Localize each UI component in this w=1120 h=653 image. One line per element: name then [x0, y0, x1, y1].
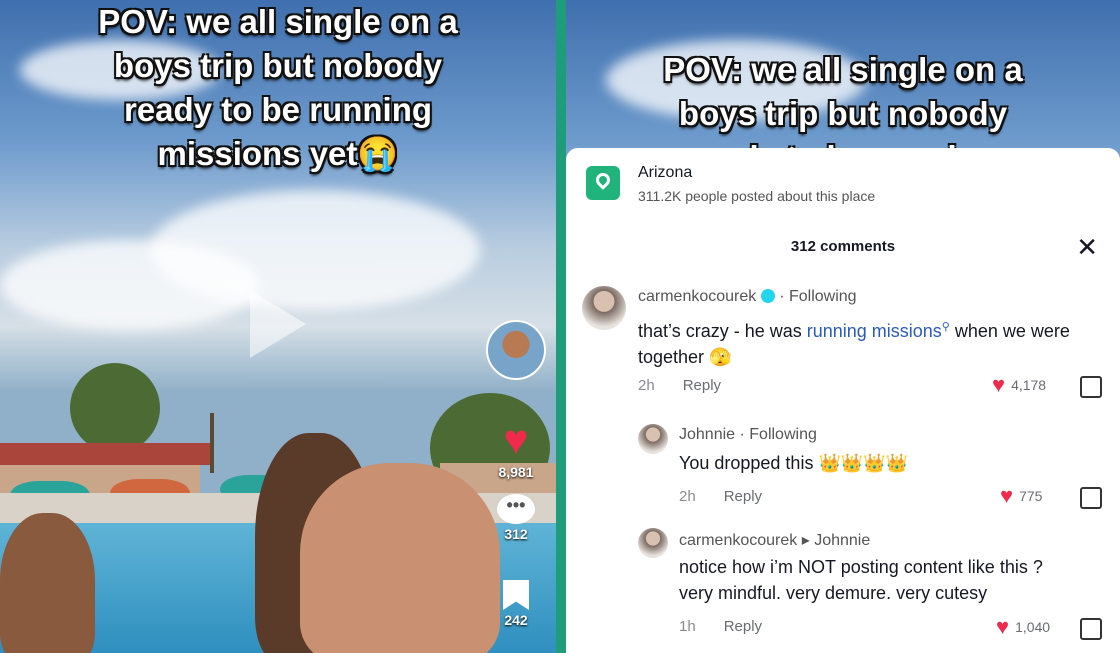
comment-username[interactable]: carmenkocourek — [679, 532, 797, 549]
reply-button[interactable]: Reply — [724, 618, 762, 635]
location-banner[interactable]: Arizona 311.2K people posted about this … — [586, 164, 876, 204]
comment-username[interactable]: carmenkocourek — [638, 288, 756, 305]
comment-text-part: that’s crazy - he was — [638, 321, 807, 341]
comment-meta: 2h Reply — [679, 488, 762, 505]
caption-line: POV: we all single on a — [98, 3, 458, 40]
roof — [0, 443, 210, 465]
like-heart-icon[interactable]: ♥ — [486, 418, 546, 462]
following-label: · Following — [739, 426, 817, 443]
comment-username-row: carmenkocourek ▸ Johnnie — [679, 530, 870, 550]
right-video-panel: POV: we all single on a boys trip but no… — [566, 0, 1120, 653]
like-count: 1,040 — [1015, 619, 1051, 635]
comment-text-line: notice how i’m NOT posting content like … — [679, 557, 1043, 577]
comments-count: 312 comments — [790, 238, 896, 255]
comment-count: 312 — [504, 526, 528, 542]
location-subtitle: 311.2K people posted about this place — [638, 188, 876, 204]
comment-text: notice how i’m NOT posting content like … — [679, 554, 1099, 606]
comment-age: 1h — [679, 618, 696, 635]
comment-meta: 2h Reply — [638, 377, 721, 394]
reply-button[interactable]: Reply — [683, 377, 721, 394]
dislike-icon[interactable] — [1080, 376, 1102, 398]
left-video-panel[interactable]: POV: we all single on a boys trip but no… — [0, 0, 556, 653]
avatar[interactable] — [582, 286, 626, 330]
like-count: 775 — [1019, 488, 1043, 504]
caption-line: ready to be running — [123, 91, 433, 128]
heart-icon[interactable]: ♥ — [996, 616, 1009, 638]
comments-sheet: Arizona 311.2K people posted about this … — [566, 148, 1120, 653]
like-control[interactable]: ♥ 1,040 — [996, 616, 1050, 638]
caption-line: boys trip but nobody — [678, 95, 1008, 132]
caption-line: POV: we all single on a — [663, 51, 1023, 88]
palm-tree — [210, 413, 214, 473]
comment-bubble-icon[interactable]: ••• — [497, 494, 535, 524]
dislike-icon[interactable] — [1080, 618, 1102, 640]
caption-line: boys trip but nobody — [113, 47, 443, 84]
caption-line: missions yet😭 — [157, 135, 399, 172]
comment-username-row: carmenkocourek · Following — [638, 288, 857, 306]
avatar[interactable] — [638, 424, 668, 454]
comment-age: 2h — [638, 377, 655, 394]
tree — [70, 363, 160, 453]
close-icon[interactable]: ✕ — [1076, 232, 1098, 263]
like-control[interactable]: ♥ 775 — [1000, 485, 1042, 507]
search-link[interactable]: running missions — [807, 321, 942, 341]
location-name: Arizona — [638, 164, 693, 181]
save-count: 242 — [504, 612, 528, 628]
like-count: 4,178 — [1011, 377, 1047, 393]
creator-avatar[interactable] — [486, 320, 546, 380]
location-pin-icon — [586, 166, 620, 200]
comment-username[interactable]: Johnnie — [679, 426, 735, 443]
action-column: ♥ 8,981 ••• 312 242 — [486, 320, 546, 628]
reply-to-label[interactable]: ▸ Johnnie — [802, 532, 871, 549]
search-icon: ⚲ — [941, 321, 950, 333]
comment-meta: 1h Reply — [679, 618, 762, 635]
person — [300, 463, 500, 653]
comment-age: 2h — [679, 488, 696, 505]
comment-text-line: very mindful. very demure. very cutesy — [679, 583, 988, 603]
heart-icon[interactable]: ♥ — [1000, 485, 1013, 507]
avatar[interactable] — [638, 528, 668, 558]
following-label: · Following — [779, 288, 857, 305]
comment-text: that’s crazy - he was running missions⚲ … — [638, 314, 1098, 370]
like-count: 8,981 — [498, 464, 534, 480]
play-icon[interactable] — [250, 290, 306, 358]
heart-icon[interactable]: ♥ — [992, 374, 1005, 396]
pool-scene — [0, 353, 556, 653]
cloud — [0, 240, 260, 330]
video-caption: POV: we all single on a boys trip but no… — [0, 0, 556, 176]
verified-icon — [760, 289, 775, 303]
reply-button[interactable]: Reply — [724, 488, 762, 505]
bookmark-icon[interactable] — [503, 580, 529, 610]
comment-username-row: Johnnie · Following — [679, 426, 817, 444]
comment-text: You dropped this 👑👑👑👑 — [679, 453, 909, 473]
dislike-icon[interactable] — [1080, 487, 1102, 509]
person — [0, 513, 95, 653]
like-control[interactable]: ♥ 4,178 — [992, 374, 1046, 396]
